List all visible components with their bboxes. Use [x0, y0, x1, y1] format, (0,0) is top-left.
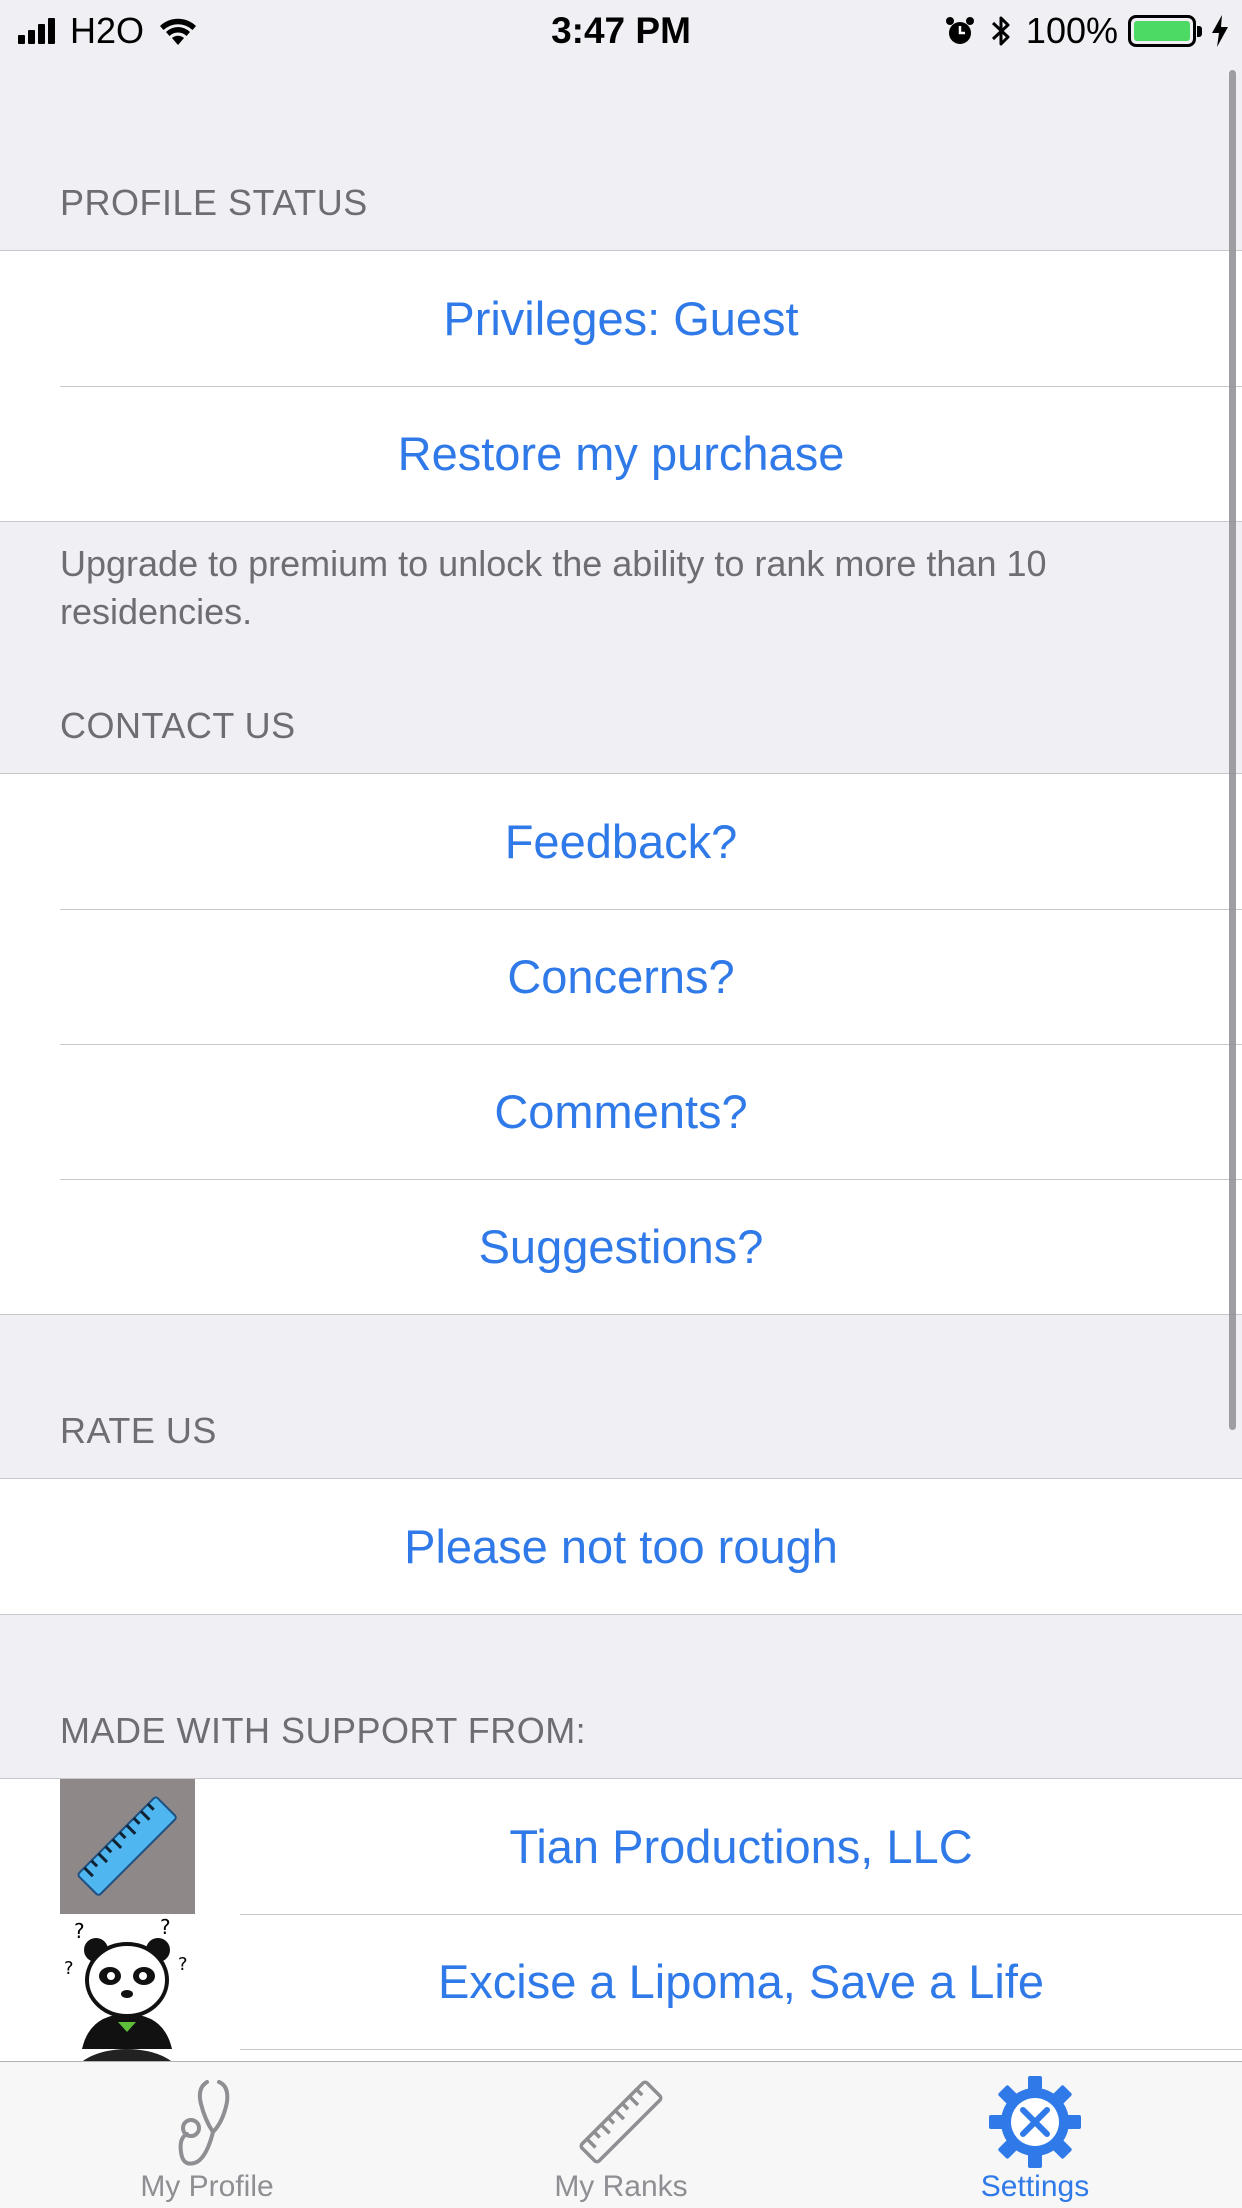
restore-purchase-cell[interactable]: Restore my purchase	[0, 386, 1242, 521]
section-header-profile-status: PROFILE STATUS	[60, 182, 368, 223]
contact-us-group: Feedback? Concerns? Comments? Suggestion…	[0, 773, 1242, 1315]
tab-label: Settings	[980, 2170, 1090, 2203]
section-header-rate-us: RATE US	[60, 1410, 217, 1451]
ruler-icon	[579, 2080, 663, 2164]
scroll-indicator[interactable]	[1229, 70, 1236, 1430]
partial-logo-icon	[60, 2049, 195, 2061]
svg-text:?: ?	[160, 1915, 171, 1939]
status-bar: H2O 3:47 PM 100%	[0, 0, 1242, 62]
premium-upgrade-note: Upgrade to premium to unlock the ability…	[60, 543, 1047, 632]
battery-percent: 100%	[1025, 10, 1118, 51]
svg-text:?: ?	[64, 1958, 74, 1979]
concerns-cell[interactable]: Concerns?	[0, 909, 1242, 1044]
bluetooth-icon	[991, 16, 1010, 46]
panda-logo-icon: ? ? ? ?	[60, 1914, 195, 2049]
support-label: Tian Productions, LLC	[509, 1820, 973, 1873]
suggestions-cell[interactable]: Suggestions?	[0, 1179, 1242, 1314]
rate-app-cell[interactable]: Please not too rough	[0, 1479, 1242, 1614]
support-cell-partial[interactable]	[0, 2049, 1242, 2061]
svg-text:?: ?	[74, 1919, 85, 1943]
ruler-logo-icon	[60, 1779, 195, 1914]
support-cell-lipoma[interactable]: ? ? ? ? Excise a Lipoma, Save a Life	[0, 1914, 1242, 2049]
privileges-cell[interactable]: Privileges: Guest	[0, 251, 1242, 386]
status-bar-right: 100%	[944, 10, 1230, 52]
tab-settings[interactable]: Settings	[828, 2062, 1242, 2208]
alarm-icon	[945, 17, 974, 44]
battery-icon	[1128, 15, 1202, 47]
charging-icon	[1212, 15, 1228, 47]
support-cell-tian-productions[interactable]: Tian Productions, LLC	[0, 1779, 1242, 1914]
support-label: Excise a Lipoma, Save a Life	[437, 1955, 1045, 2008]
tab-my-profile[interactable]: My Profile	[0, 2062, 414, 2208]
section-header-support: MADE WITH SUPPORT FROM:	[60, 1710, 587, 1751]
tab-my-ranks[interactable]: My Ranks	[414, 2062, 828, 2208]
stethoscope-icon	[178, 2080, 230, 2166]
rate-us-group: Please not too rough	[0, 1478, 1242, 1615]
profile-status-group: Privileges: Guest Restore my purchase	[0, 250, 1242, 522]
settings-scroll-view[interactable]: PROFILE STATUS Privileges: Guest Restore…	[0, 62, 1242, 2061]
feedback-cell[interactable]: Feedback?	[0, 774, 1242, 909]
support-group: Tian Productions, LLC ? ? ? ? Excise a L…	[0, 1778, 1242, 2061]
settings-gear-icon	[989, 2076, 1081, 2168]
section-header-contact-us: CONTACT US	[60, 705, 296, 746]
svg-text:?: ?	[178, 1954, 188, 1975]
comments-cell[interactable]: Comments?	[0, 1044, 1242, 1179]
tab-bar: My Profile My Ranks Settings	[0, 2061, 1242, 2208]
tab-label: My Ranks	[554, 2170, 688, 2203]
tab-label: My Profile	[140, 2170, 274, 2203]
